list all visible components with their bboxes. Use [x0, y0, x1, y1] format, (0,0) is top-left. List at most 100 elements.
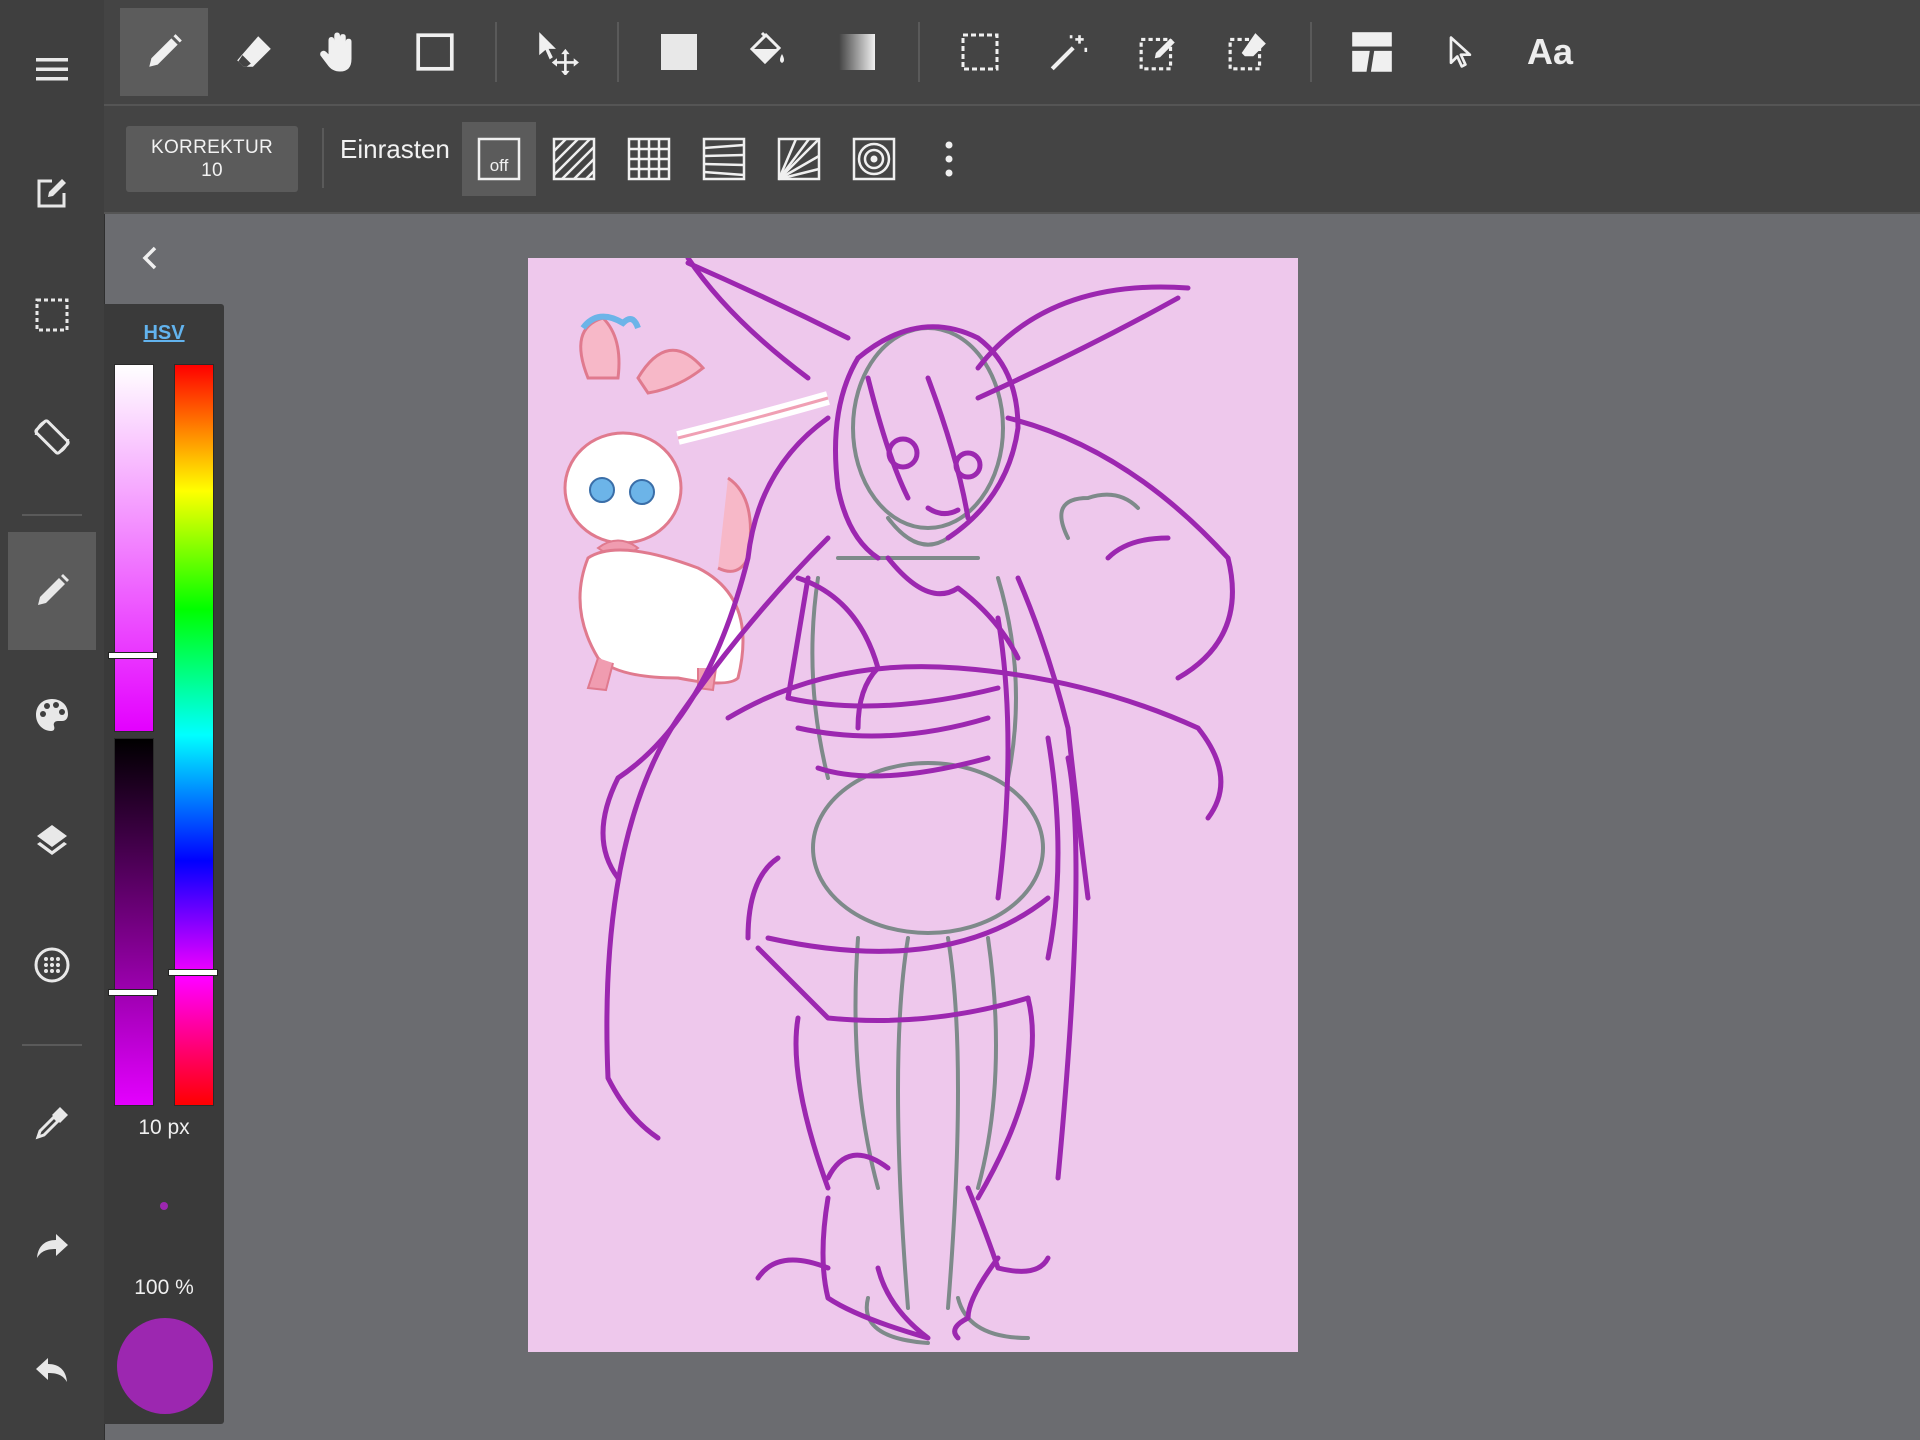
- hand-icon: [317, 29, 363, 75]
- more-vert-icon: [943, 139, 955, 179]
- top-toolbar: Aa: [104, 0, 1920, 106]
- eraser-tool-button[interactable]: [210, 8, 298, 96]
- undo-icon: [32, 1351, 72, 1391]
- text-tool-label: Aa: [1526, 31, 1574, 72]
- selection-button[interactable]: [8, 256, 96, 374]
- move-arrow-icon: [534, 29, 580, 75]
- opacity-label: 100 %: [134, 1276, 194, 1299]
- brush-size-label: 10 px: [138, 1116, 190, 1139]
- toolbar-divider: [617, 22, 619, 82]
- paint-bucket-icon: [746, 30, 790, 74]
- canvas-artwork: [563, 258, 1235, 1345]
- correction-button[interactable]: KORREKTUR 10: [126, 126, 298, 192]
- square-outline-icon: [414, 31, 456, 73]
- snap-perspective-button[interactable]: [687, 122, 761, 196]
- snap-parallel-button[interactable]: [537, 122, 611, 196]
- toolbar-divider: [918, 22, 920, 82]
- redo-icon: [32, 1227, 72, 1267]
- dashed-rectangle-icon: [32, 295, 72, 335]
- more-options-button[interactable]: [912, 122, 986, 196]
- new-canvas-button[interactable]: [8, 134, 96, 252]
- snap-radial-button[interactable]: [762, 122, 836, 196]
- subbar-divider: [322, 128, 324, 188]
- sidebar-divider: [22, 1044, 82, 1046]
- snap-label: Einrasten: [340, 134, 450, 164]
- undo-button[interactable]: [8, 1312, 96, 1430]
- snap-off-button[interactable]: off: [462, 122, 536, 196]
- left-sidebar: [0, 0, 105, 1440]
- shape-tool-button[interactable]: [391, 8, 479, 96]
- pencil-icon: [32, 571, 72, 611]
- rotate-screen-button[interactable]: [8, 378, 96, 496]
- correction-value: 10: [201, 160, 223, 181]
- brightness-slider[interactable]: [114, 738, 154, 1106]
- collapse-panel-button[interactable]: [130, 238, 170, 278]
- filled-square-icon: [659, 32, 699, 72]
- snap-grid-button[interactable]: [612, 122, 686, 196]
- select-rect-tool-button[interactable]: [936, 8, 1024, 96]
- menu-button[interactable]: [8, 10, 96, 128]
- select-pen-icon: [1138, 31, 1180, 73]
- concentric-circles-icon: [851, 136, 897, 182]
- layers-icon: [32, 819, 72, 859]
- bucket-tool-button[interactable]: [724, 8, 812, 96]
- character-linework: [600, 258, 1235, 1341]
- fill-rect-tool-button[interactable]: [635, 8, 723, 96]
- materials-button[interactable]: [8, 906, 96, 1024]
- frame-divider-icon: [1350, 30, 1394, 74]
- text-tool-button[interactable]: Aa: [1506, 8, 1594, 96]
- select-eraser-tool-button[interactable]: [1204, 8, 1292, 96]
- select-eraser-icon: [1227, 31, 1269, 73]
- toolbar-divider: [1310, 22, 1312, 82]
- hue-slider[interactable]: [174, 364, 214, 1106]
- sidebar-divider: [22, 514, 82, 516]
- sketch-guide-lines: [810, 326, 1140, 1345]
- grid-icon: [626, 136, 672, 182]
- magic-wand-tool-button[interactable]: [1025, 8, 1113, 96]
- rotate-icon: [30, 415, 74, 459]
- drawing-canvas[interactable]: [528, 258, 1298, 1352]
- pencil-icon: [143, 31, 185, 73]
- hand-tool-button[interactable]: [296, 8, 384, 96]
- hue-slider-handle[interactable]: [168, 969, 218, 977]
- pointer-icon: [1442, 34, 1478, 70]
- chevron-left-icon: [139, 245, 161, 271]
- operation-tool-button[interactable]: [1416, 8, 1504, 96]
- radial-lines-icon: [776, 136, 822, 182]
- select-pen-tool-button[interactable]: [1115, 8, 1203, 96]
- snap-off-label: off: [490, 156, 509, 175]
- brush-size-preview: [160, 1202, 168, 1210]
- color-panel-button[interactable]: [8, 656, 96, 774]
- gradient-icon: [837, 32, 877, 72]
- parallel-lines-icon: [551, 136, 597, 182]
- eyedropper-button[interactable]: [8, 1064, 96, 1182]
- palette-icon: [32, 695, 72, 735]
- toolbar-divider: [495, 22, 497, 82]
- perspective-lines-icon: [701, 136, 747, 182]
- layers-button[interactable]: [8, 780, 96, 898]
- snap-concentric-button[interactable]: [837, 122, 911, 196]
- current-color-swatch[interactable]: [117, 1318, 213, 1414]
- frame-divider-tool-button[interactable]: [1328, 8, 1416, 96]
- dashed-rectangle-icon: [960, 32, 1000, 72]
- edit-square-icon: [32, 173, 72, 213]
- brightness-slider-handle[interactable]: [108, 988, 158, 996]
- correction-label: KORREKTUR: [151, 137, 273, 158]
- brush-options-bar: KORREKTUR 10 Einrasten off: [104, 106, 1920, 214]
- move-tool-button[interactable]: [513, 8, 601, 96]
- saturation-slider-handle[interactable]: [108, 651, 158, 659]
- menu-icon: [32, 49, 72, 89]
- color-mode-link[interactable]: HSV: [104, 322, 224, 345]
- redo-button[interactable]: [8, 1188, 96, 1306]
- dotted-circle-icon: [32, 945, 72, 985]
- magic-wand-icon: [1048, 31, 1090, 73]
- saturation-slider[interactable]: [114, 364, 154, 732]
- color-panel: HSV 10 px 100 %: [104, 304, 224, 1424]
- eraser-icon: [233, 31, 275, 73]
- gradient-tool-button[interactable]: [813, 8, 901, 96]
- reference-creature-image: [563, 313, 830, 692]
- pen-tool-button[interactable]: [120, 8, 208, 96]
- eyedropper-icon: [32, 1103, 72, 1143]
- snap-off-icon: off: [477, 137, 521, 181]
- brush-panel-button[interactable]: [8, 532, 96, 650]
